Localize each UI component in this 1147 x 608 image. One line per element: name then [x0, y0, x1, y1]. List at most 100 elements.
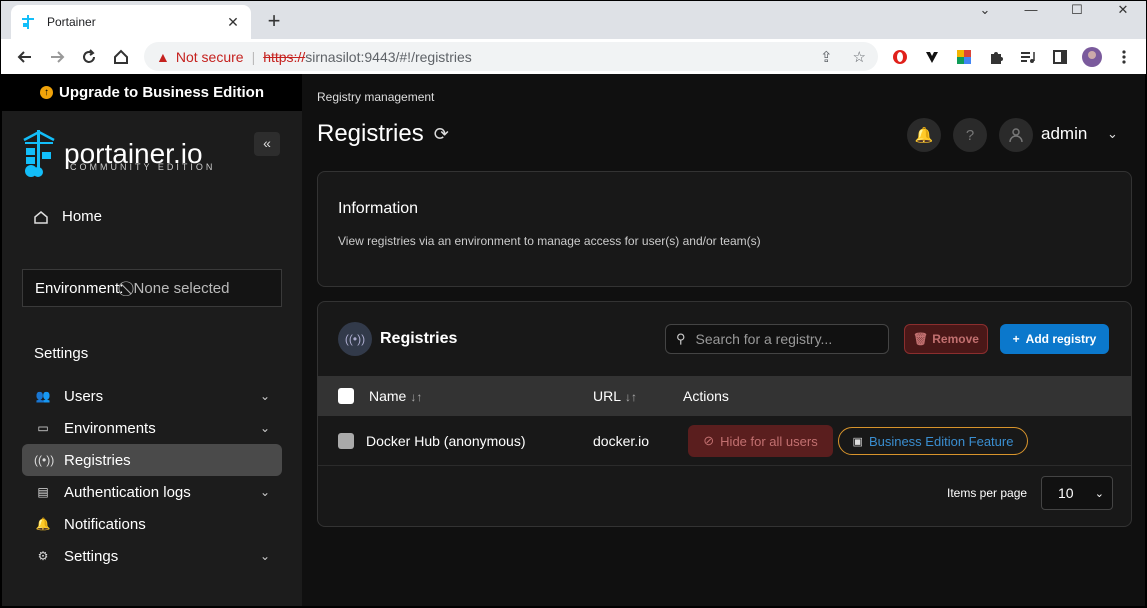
- search-box[interactable]: ⚲: [665, 324, 889, 354]
- sidepanel-icon[interactable]: [1050, 47, 1070, 67]
- back-button[interactable]: [13, 45, 37, 69]
- sidebar-item-notifications[interactable]: 🔔 Notifications: [22, 508, 282, 540]
- chevron-down-icon[interactable]: ⌄: [260, 389, 270, 403]
- hide-label: Hide for all users: [720, 433, 818, 449]
- business-edition-badge[interactable]: ▣ Business Edition Feature: [838, 427, 1028, 455]
- forward-arrow-icon: [51, 51, 65, 63]
- security-label[interactable]: Not secure: [176, 49, 244, 65]
- sort-icon: ↓↑: [625, 390, 638, 404]
- page-title-text: Registries: [317, 120, 424, 147]
- sidebar: ↑ Upgrade to Business Edition portainer.…: [2, 74, 302, 606]
- playlist-icon[interactable]: [1018, 47, 1038, 67]
- column-name[interactable]: Name ↓↑: [369, 388, 422, 404]
- color-extension-icon[interactable]: [954, 47, 974, 67]
- remove-label: Remove: [932, 332, 979, 346]
- opera-icon[interactable]: [890, 47, 910, 67]
- address-bar[interactable]: ▲ Not secure | https:// sirnasilot:9443/…: [144, 42, 878, 71]
- column-url[interactable]: URL ↓↑: [593, 388, 637, 404]
- items-per-page-label: Items per page: [947, 486, 1028, 500]
- chevron-down-icon[interactable]: ⌄: [1107, 126, 1118, 142]
- user-avatar-icon[interactable]: [999, 118, 1033, 152]
- back-arrow-icon: [17, 51, 31, 63]
- chevron-down-icon: ⌄: [1094, 487, 1104, 500]
- table-row: Docker Hub (anonymous) docker.io ⊘ Hide …: [318, 416, 1131, 466]
- puzzle-icon[interactable]: [986, 47, 1006, 67]
- new-tab-button[interactable]: +: [263, 9, 285, 33]
- chevron-down-icon[interactable]: ⌄: [260, 485, 270, 499]
- logo-edition: COMMUNITY EDITION: [70, 162, 216, 172]
- sort-icon: ↓↑: [410, 390, 423, 404]
- chevron-down-icon[interactable]: ⌄: [260, 421, 270, 435]
- profile-avatar[interactable]: [1082, 47, 1102, 67]
- information-text: View registries via an environment to ma…: [338, 234, 761, 248]
- arrow-up-icon: ↑: [39, 86, 53, 99]
- column-actions: Actions: [683, 388, 729, 404]
- row-checkbox[interactable]: [338, 432, 354, 449]
- browser-tab[interactable]: Portainer ✕: [11, 5, 251, 39]
- sidebar-item-registries[interactable]: ((•)) Registries: [22, 444, 282, 476]
- registries-panel: ((•)) Registries ⚲ 🗑 Remove + Add regist…: [317, 301, 1132, 527]
- page-title: Registries ⟳: [317, 120, 449, 148]
- sidebar-item-settings[interactable]: ⚙ Settings ⌄: [22, 540, 282, 572]
- add-registry-button[interactable]: + Add registry: [1000, 324, 1109, 354]
- collapse-sidebar-button[interactable]: «: [254, 132, 280, 156]
- items-per-page-value: 10: [1058, 485, 1074, 501]
- remove-button[interactable]: 🗑 Remove: [904, 324, 988, 354]
- trash-icon: 🗑: [913, 332, 929, 346]
- sidebar-item-environments[interactable]: ▭ Environments ⌄: [22, 412, 282, 444]
- home-icon: [114, 49, 128, 64]
- home-button[interactable]: [109, 45, 133, 69]
- tab-search-icon[interactable]: ⌄: [963, 1, 1007, 21]
- close-tab-icon[interactable]: ✕: [225, 14, 241, 31]
- sidebar-item-label: Registries: [64, 451, 131, 469]
- sidebar-item-users[interactable]: 👥 Users ⌄: [22, 380, 282, 412]
- environment-label: Environment:: [35, 279, 124, 297]
- column-url-label: URL: [593, 388, 622, 404]
- information-panel: Information View registries via an envir…: [317, 171, 1132, 287]
- registry-name: Docker Hub (anonymous): [366, 432, 526, 449]
- main-content: Registry management Registries ⟳ 🔔 ? adm…: [302, 74, 1145, 606]
- portainer-logo[interactable]: portainer.io COMMUNITY EDITION: [22, 130, 212, 178]
- breadcrumb: Registry management: [317, 90, 435, 104]
- sidebar-item-label: Environments: [64, 419, 156, 437]
- items-per-page-select[interactable]: 10 ⌄: [1041, 476, 1113, 510]
- environment-selector[interactable]: Environment: ⃠ None selected: [22, 269, 282, 307]
- maximize-button[interactable]: ☐: [1055, 1, 1099, 21]
- share-icon[interactable]: ⇪: [820, 48, 833, 66]
- notifications-bell-icon[interactable]: 🔔: [907, 118, 941, 152]
- refresh-icon[interactable]: ⟳: [434, 124, 449, 145]
- minimize-button[interactable]: —: [1009, 1, 1053, 21]
- eye-off-icon: ⊘: [703, 433, 715, 448]
- users-icon: 👥: [35, 389, 51, 403]
- menu-icon[interactable]: [1114, 47, 1134, 67]
- forward-button[interactable]: [45, 45, 69, 69]
- search-input[interactable]: [695, 331, 876, 347]
- chevron-down-icon[interactable]: ⌄: [260, 549, 270, 563]
- reload-icon: [83, 49, 95, 63]
- column-name-label: Name: [369, 388, 407, 404]
- search-icon: ⚲: [676, 331, 686, 346]
- be-label: Business Edition Feature: [868, 433, 1014, 449]
- sidebar-item-label: Notifications: [64, 515, 146, 533]
- sidebar-item-label: Users: [64, 387, 104, 405]
- hide-for-all-users-button[interactable]: ⊘ Hide for all users: [688, 425, 833, 457]
- browser-toolbar: ▲ Not secure | https:// sirnasilot:9443/…: [1, 39, 1146, 74]
- environment-value: ⃠ None selected: [129, 280, 230, 297]
- tab-title: Portainer: [47, 15, 96, 29]
- close-window-button[interactable]: ✕: [1101, 1, 1145, 21]
- help-icon[interactable]: ?: [953, 118, 987, 152]
- home-icon: [34, 210, 48, 224]
- registries-heading: Registries: [380, 330, 458, 347]
- url-separator: |: [251, 48, 256, 65]
- reload-button[interactable]: [77, 45, 101, 69]
- select-all-checkbox[interactable]: [338, 388, 354, 404]
- user-menu[interactable]: admin: [1041, 124, 1087, 144]
- sidebar-item-home[interactable]: Home: [34, 208, 102, 225]
- upgrade-banner[interactable]: ↑ Upgrade to Business Edition: [2, 74, 302, 111]
- sidebar-item-authentication-logs[interactable]: ▤ Authentication logs ⌄: [22, 476, 282, 508]
- table-header: Name ↓↑ URL ↓↑ Actions: [318, 376, 1131, 416]
- star-icon[interactable]: ☆: [853, 48, 866, 66]
- portainer-favicon-icon: [22, 15, 34, 29]
- vivaldi-icon[interactable]: [922, 47, 942, 67]
- registry-url: docker.io: [593, 432, 650, 449]
